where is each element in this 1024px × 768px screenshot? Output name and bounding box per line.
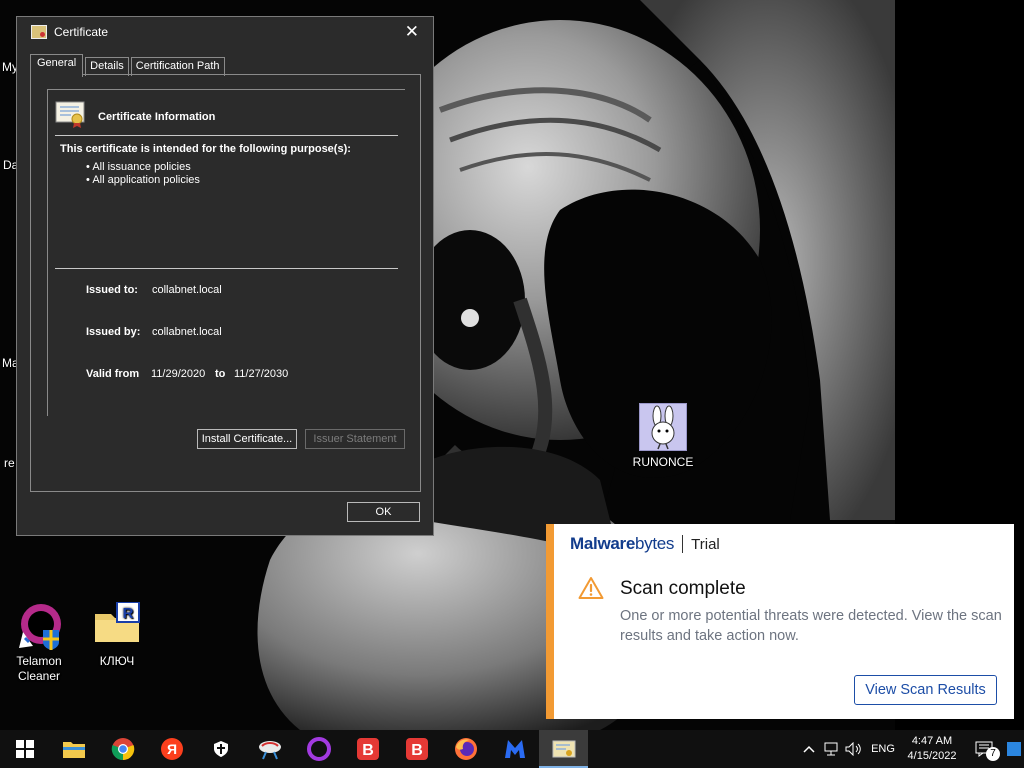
issued-to-value: collabnet.local <box>152 284 222 296</box>
certificate-info-title: Certificate Information <box>98 111 216 123</box>
desktop-icon-runonce[interactable]: RUNONCE <box>628 403 698 470</box>
taskbar-malwarebytes[interactable] <box>490 730 539 768</box>
telamon-cleaner-icon <box>15 602 63 650</box>
tab-general[interactable]: General <box>30 54 84 77</box>
start-icon <box>15 740 34 758</box>
taskbar-certificate[interactable] <box>539 730 588 768</box>
folder-icon: R <box>93 601 141 650</box>
taskbar-file-explorer[interactable] <box>49 730 98 768</box>
clock-date: 4/15/2022 <box>907 750 957 762</box>
purpose-item: All issuance policies <box>86 161 200 174</box>
taskbar-firefox[interactable] <box>441 730 490 768</box>
taskbar-network-app[interactable] <box>245 730 294 768</box>
malwarebytes-icon <box>504 740 525 758</box>
purpose-heading: This certificate is intended for the fol… <box>60 143 351 155</box>
bunny-app-icon <box>639 403 687 451</box>
valid-from-label: Valid from <box>86 368 140 380</box>
notification-body: One or more potential threats were detec… <box>620 608 1002 644</box>
issued-to-label: Issued to: <box>86 284 138 296</box>
valid-to-label: to <box>215 368 226 380</box>
divider <box>55 268 398 269</box>
show-desktop-button[interactable] <box>1004 730 1024 768</box>
network-icon[interactable] <box>820 730 842 768</box>
volume-icon[interactable] <box>842 730 866 768</box>
file-explorer-icon <box>62 742 85 758</box>
malwarebytes-notification[interactable]: Malwarebytes Trial Scan complete One or … <box>546 524 1014 719</box>
notification-count-badge: 7 <box>986 747 1000 761</box>
taskbar: Я B B ENG 4:47 AM 4/15/2022 7 <box>0 730 1024 768</box>
yandex-icon: Я <box>160 738 183 760</box>
notification-center-button[interactable]: 7 <box>964 730 1004 768</box>
view-scan-results-button[interactable]: View Scan Results <box>854 675 997 705</box>
desktop-icon-telamon-cleaner[interactable]: Telamon Cleaner <box>4 602 74 684</box>
taskbar-b-app-2[interactable]: B <box>392 730 441 768</box>
close-icon[interactable]: ✕ <box>405 22 419 42</box>
clock[interactable]: 4:47 AM 4/15/2022 <box>900 730 964 768</box>
divider <box>682 535 684 553</box>
malwarebytes-brand: Malwarebytes Trial <box>570 534 720 554</box>
system-tray: ENG 4:47 AM 4/15/2022 7 <box>798 730 1024 768</box>
desktop-icon-folder-kluch[interactable]: R КЛЮЧ <box>82 601 152 669</box>
edition-label: Trial <box>691 535 720 553</box>
show-desktop-icon <box>1007 742 1021 756</box>
svg-text:R: R <box>123 605 134 622</box>
chrome-icon <box>111 738 134 761</box>
ok-button[interactable]: OK <box>347 502 420 522</box>
install-certificate-button[interactable]: Install Certificate... <box>197 429 297 449</box>
certificate-document-icon <box>55 100 85 128</box>
taskbar-chrome[interactable] <box>98 730 147 768</box>
valid-from-value: 11/29/2020 <box>151 368 206 380</box>
clock-time: 4:47 AM <box>911 735 953 747</box>
taskbar-shield-app[interactable] <box>196 730 245 768</box>
svg-text:Я: Я <box>166 741 176 757</box>
purpose-list: All issuance policies All application po… <box>86 161 200 187</box>
svg-text:B: B <box>362 742 374 759</box>
b-app-icon-2: B <box>405 738 428 760</box>
svg-text:B: B <box>411 742 423 759</box>
taskbar-yandex[interactable]: Я <box>147 730 196 768</box>
language-indicator[interactable]: ENG <box>866 730 900 768</box>
tab-panel-general: Certificate Information This certificate… <box>30 74 421 492</box>
desktop-icon-label: RUNONCE <box>632 455 694 469</box>
divider <box>55 135 398 136</box>
shield-app-icon <box>213 741 228 757</box>
chevron-up-icon[interactable] <box>798 730 820 768</box>
opera-icon <box>306 737 331 761</box>
warning-icon <box>578 576 604 600</box>
purpose-item: All application policies <box>86 174 200 187</box>
notification-heading: Scan complete <box>620 578 746 599</box>
b-app-icon: B <box>356 738 379 760</box>
start-button[interactable] <box>0 730 49 768</box>
dialog-titlebar[interactable]: Certificate ✕ <box>17 17 433 47</box>
issuer-statement-button[interactable]: Issuer Statement <box>305 429 405 449</box>
certificate-app-icon <box>552 740 575 758</box>
certificate-icon <box>31 25 47 39</box>
issued-by-value: collabnet.local <box>152 326 222 338</box>
certificate-info-box: Certificate Information This certificate… <box>47 89 405 416</box>
desktop-icon-label: Telamon <box>16 654 62 668</box>
valid-to-value: 11/27/2030 <box>234 368 289 380</box>
dialog-title: Certificate <box>54 25 109 39</box>
desktop-icon-label-partial[interactable]: re <box>4 456 15 470</box>
network-app-icon <box>258 741 281 760</box>
desktop-icon-label: Cleaner <box>17 669 61 683</box>
firefox-icon <box>454 738 477 760</box>
taskbar-b-app[interactable]: B <box>343 730 392 768</box>
issued-by-label: Issued by: <box>86 326 141 338</box>
malwarebytes-logo: Malwarebytes <box>570 534 675 553</box>
certificate-dialog: Certificate ✕ General Details Certificat… <box>16 16 434 536</box>
desktop-icon-label: КЛЮЧ <box>99 654 135 668</box>
taskbar-opera[interactable] <box>294 730 343 768</box>
